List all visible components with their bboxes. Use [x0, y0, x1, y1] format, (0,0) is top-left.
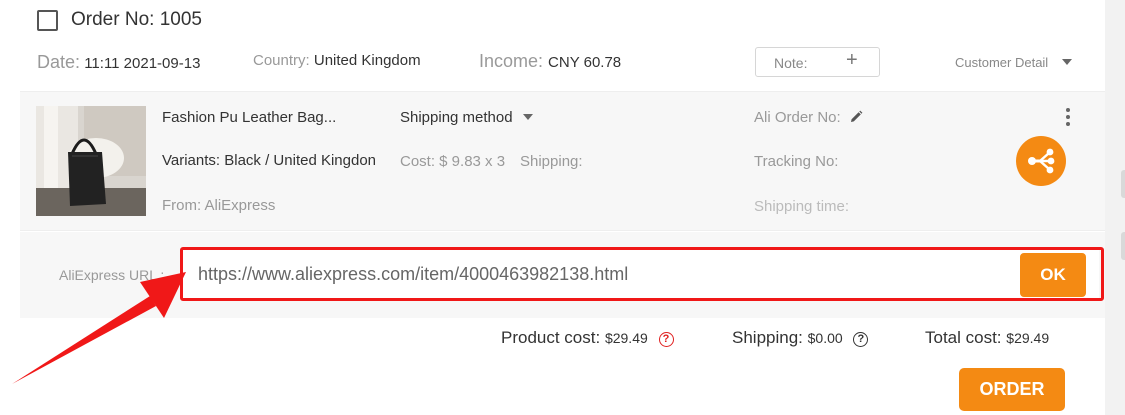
- aliexpress-url-input[interactable]: [183, 250, 1099, 298]
- bag-image: [36, 106, 146, 216]
- product-source: From: AliExpress: [162, 197, 276, 214]
- date-value: 11:11 2021-09-13: [84, 55, 201, 72]
- product-shipping-label: Shipping:: [520, 153, 583, 170]
- total-cost: Total cost: $29.49: [925, 328, 1049, 348]
- ali-order-label: Ali Order No:: [754, 109, 841, 126]
- product-cost-total: Product cost: $29.49 ?: [501, 328, 674, 348]
- pencil-icon[interactable]: [849, 110, 863, 128]
- more-vertical-icon[interactable]: [1065, 108, 1071, 128]
- page-scroll-gutter: [1105, 0, 1125, 415]
- ok-button[interactable]: OK: [1020, 253, 1086, 297]
- tracking-number-label: Tracking No:: [754, 153, 839, 170]
- shipping-time-label: Shipping time:: [754, 198, 850, 215]
- shipping-total-value: $0.00: [807, 330, 843, 346]
- income-label: Income:: [479, 51, 544, 71]
- order-number-title: Order No: 1005: [71, 9, 202, 30]
- side-tab[interactable]: [1121, 170, 1125, 198]
- ali-order-number: Ali Order No:: [754, 109, 863, 128]
- chevron-down-icon: [522, 114, 533, 120]
- side-tab[interactable]: [1121, 232, 1125, 260]
- total-cost-value: $29.49: [1006, 330, 1050, 346]
- order-country: Country: United Kingdom: [253, 52, 421, 69]
- share-icon[interactable]: [1016, 136, 1066, 186]
- date-label: Date:: [37, 52, 81, 72]
- order-income: Income: CNY 60.78: [479, 51, 621, 72]
- product-cost-value: $29.49: [604, 330, 648, 346]
- product-variants: Variants: Black / United Kingdon: [162, 152, 377, 169]
- total-cost-label: Total cost:: [925, 328, 1002, 347]
- country-label: Country:: [253, 52, 310, 69]
- chevron-down-icon: [1061, 59, 1072, 65]
- shipping-method-label: Shipping method: [400, 109, 513, 126]
- help-icon[interactable]: ?: [658, 332, 674, 347]
- order-date: Date: 11:11 2021-09-13: [37, 52, 200, 73]
- product-thumbnail[interactable]: [36, 106, 146, 216]
- customer-detail-label: Customer Detail: [955, 55, 1049, 70]
- plus-icon: +: [846, 49, 858, 71]
- order-select-checkbox[interactable]: [37, 10, 58, 31]
- note-label: Note:: [774, 55, 808, 71]
- income-value: CNY 60.78: [548, 54, 622, 71]
- add-note-button[interactable]: Note: +: [755, 47, 880, 77]
- product-name[interactable]: Fashion Pu Leather Bag...: [162, 109, 336, 126]
- shipping-method-dropdown[interactable]: Shipping method: [400, 109, 533, 126]
- help-icon[interactable]: ?: [853, 332, 869, 347]
- country-value: United Kingdom: [313, 52, 421, 69]
- product-cost-label: Product cost:: [501, 328, 601, 347]
- aliexpress-url-label: AliExpress URL :: [59, 267, 165, 283]
- product-cost: Cost: $ 9.83 x 3: [400, 153, 506, 170]
- order-button[interactable]: ORDER: [959, 368, 1065, 411]
- customer-detail-toggle[interactable]: Customer Detail: [955, 55, 1072, 70]
- shipping-total-label: Shipping:: [732, 328, 803, 347]
- shipping-total: Shipping: $0.00 ?: [732, 328, 869, 348]
